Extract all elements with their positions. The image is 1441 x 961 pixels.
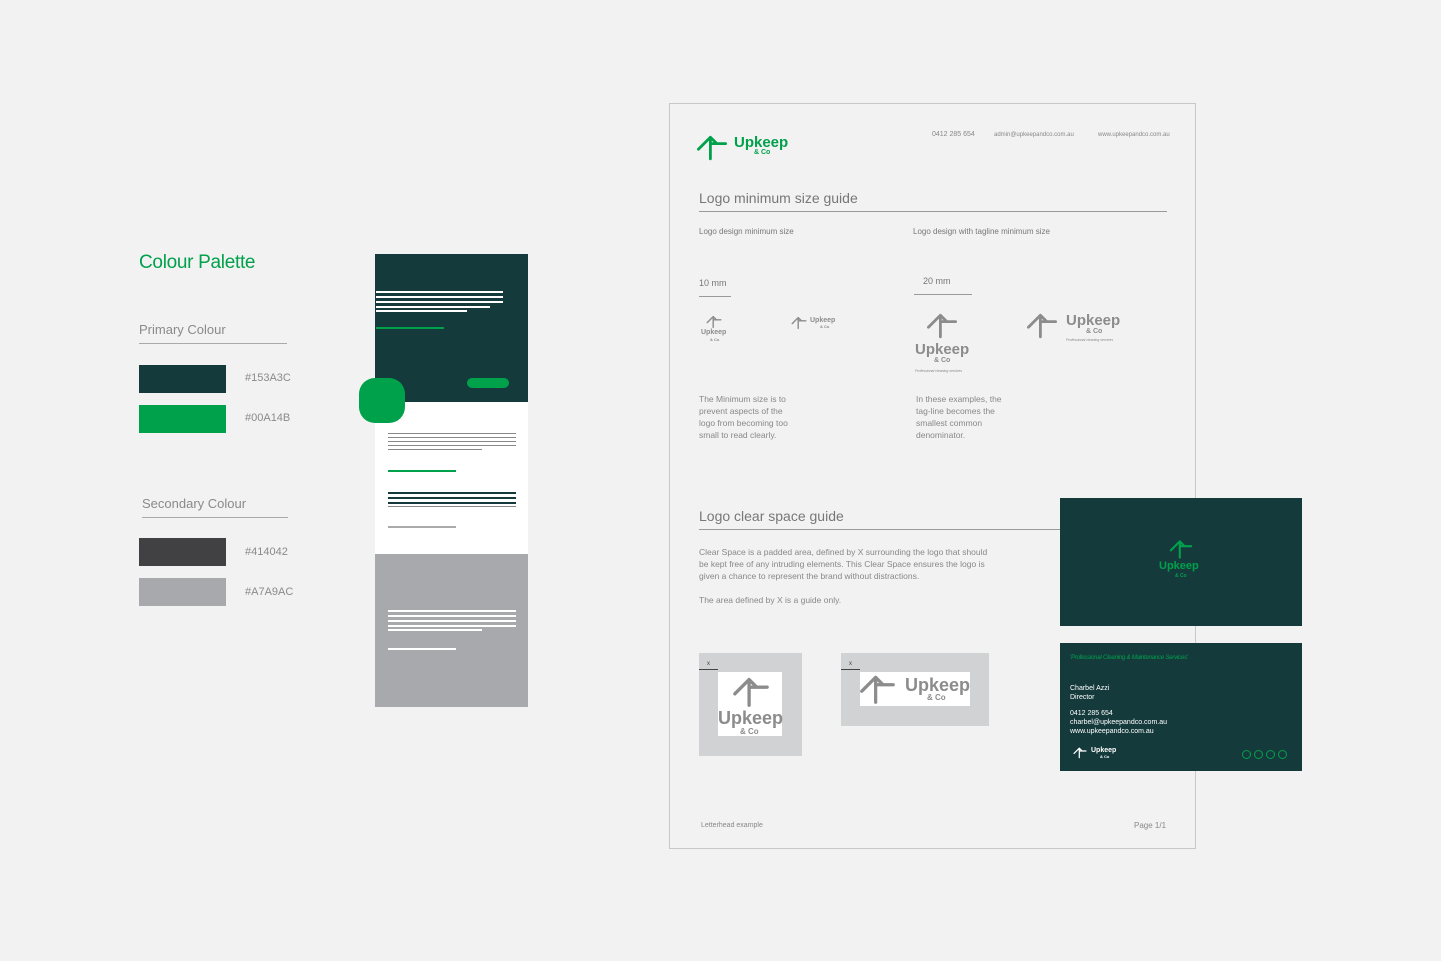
clear-space-title: Logo clear space guide [699,508,844,524]
card-contact: Charbel Azzi Director 0412 285 654 charb… [1070,684,1167,736]
contact-web: www.upkeepandco.com.au [1098,132,1170,138]
swatch-secondary-charcoal [139,538,226,566]
secondary-colour-label: Secondary Colour [142,496,288,518]
logo-tagline-inline-sub: & Co [1086,328,1103,335]
swatch-primary-green [139,405,226,433]
logo-min-stacked-word: Upkeep [701,329,727,336]
card-back-logo-icon [1073,745,1087,759]
card-back-sub: & Co [1100,754,1110,759]
logo-tagline-inline-tagline: Professional cleaning services [1066,338,1114,342]
contact-phone: 0412 285 654 [932,131,975,138]
min-size-col2-text: In these examples, the tag-line becomes … [916,394,1002,440]
card-front-sub: & Co [1175,573,1187,579]
min-size-col1-text: The Minimum size is to prevent aspects o… [699,394,788,440]
card-social-icons [1242,750,1287,759]
logo-tagline-stacked-sub: & Co [934,357,951,364]
logo-min-stacked-icon [706,313,722,329]
clear-space-inline-icon [859,669,896,706]
card-email: charbel@upkeepandco.com.au [1070,719,1168,726]
mockup-grey-panel [375,554,528,707]
card-front-logo-icon [1169,536,1193,560]
measure-10mm: 10 mm [699,278,727,288]
business-card-back: 'Professional Cleaning & Maintenance Ser… [1060,643,1302,771]
logo-tagline-stacked-tagline: Professional cleaning services [915,369,963,373]
card-phone: 0412 285 654 [1070,710,1113,717]
logo-tagline-stacked-word: Upkeep [915,341,970,358]
logo-tagline-inline-word: Upkeep [1066,312,1121,329]
instagram-icon[interactable] [1266,750,1275,759]
contact-email: admin@upkeepandco.com.au [994,132,1074,138]
hex-primary-dark: #153A3C [245,372,291,384]
upkeep-logo-icon [696,130,728,162]
min-size-col1-label: Logo design minimum size [699,227,794,236]
card-name: Charbel Azzi [1070,685,1110,692]
swatch-primary-dark [139,365,226,393]
primary-colour-label: Primary Colour [139,322,287,344]
card-tagline: 'Professional Cleaning & Maintenance Ser… [1070,655,1188,661]
logo-tagline-stacked-icon [926,308,958,340]
footer-page: Page 1/1 [1134,821,1167,830]
clear-space-stacked-icon [732,671,770,709]
clear-space-box-stacked: Upkeep & Co x [699,653,802,756]
card-front-brand: Upkeep [1159,560,1199,572]
min-size-col2-label: Logo design with tagline minimum size [913,227,1050,236]
card-role: Director [1070,694,1095,701]
clear-space-stacked-sub: & Co [740,727,759,736]
logo-tagline-inline-icon [1026,308,1058,340]
logo-min-inline-icon [791,314,807,330]
clear-space-text: Clear Space is a padded area, defined by… [699,547,988,581]
clear-space-x-marker-2: x [849,661,852,667]
colour-usage-mockup [375,254,528,707]
mockup-button [467,378,509,388]
clear-space-note: The area defined by X is a guide only. [699,595,842,605]
clear-space-stacked-word: Upkeep [718,708,784,728]
logo-min-inline-sub: & Co [820,324,830,329]
hex-secondary-charcoal: #414042 [245,546,288,558]
card-back-brand: Upkeep [1091,747,1117,754]
linkedin-icon[interactable] [1278,750,1287,759]
mockup-app-icon [359,378,405,423]
swatch-secondary-grey [139,578,226,606]
min-size-title: Logo minimum size guide [699,190,858,206]
globe-icon[interactable] [1242,750,1251,759]
logo-min-stacked-sub: & Co [710,337,720,342]
facebook-icon[interactable] [1254,750,1263,759]
clear-space-box-inline: Upkeep & Co x [841,653,989,726]
footer-left: Letterhead example [701,822,763,829]
business-card-front: Upkeep & Co [1060,498,1302,626]
palette-title: Colour Palette [139,252,256,273]
card-web: www.upkeepandco.com.au [1070,728,1154,735]
mockup-white-panel [375,402,528,554]
measure-20mm: 20 mm [923,276,951,286]
hex-primary-green: #00A14B [245,412,291,424]
hex-secondary-grey: #A7A9AC [245,586,294,598]
clear-space-x-marker: x [707,661,710,667]
brand-sub: & Co [754,149,771,156]
logo-min-inline-word: Upkeep [810,317,836,324]
clear-space-inline-sub: & Co [927,693,946,702]
